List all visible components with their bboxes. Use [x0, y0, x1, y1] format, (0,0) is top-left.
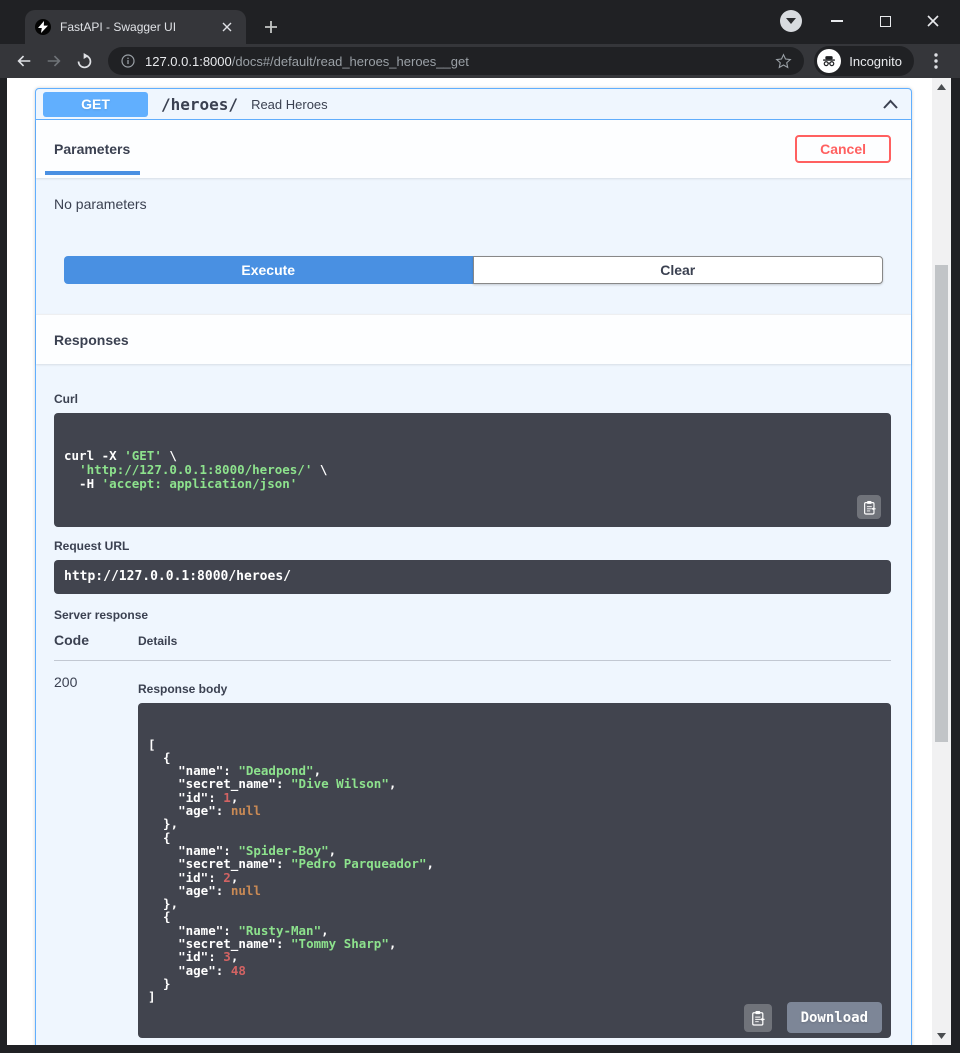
new-tab-button[interactable]	[258, 14, 284, 40]
clear-button[interactable]: Clear	[473, 256, 884, 284]
minimize-button[interactable]	[824, 8, 850, 34]
url-host: 127.0.0.1:8000	[145, 54, 232, 69]
operation-summary[interactable]: GET /heroes/ Read Heroes	[36, 89, 911, 120]
browser-toolbar: 127.0.0.1:8000/docs#/default/read_heroes…	[0, 44, 960, 78]
browser-tab[interactable]: FastAPI - Swagger UI	[25, 10, 246, 44]
swagger-page: GET /heroes/ Read Heroes Parameters Canc…	[7, 78, 932, 1045]
collapse-chevron-icon[interactable]	[882, 98, 899, 110]
tab-parameters[interactable]: Parameters	[54, 141, 130, 157]
url-input[interactable]: 127.0.0.1:8000/docs#/default/read_heroes…	[108, 47, 804, 75]
vertical-scrollbar[interactable]	[932, 78, 951, 1045]
parameters-header: Parameters Cancel	[36, 120, 911, 178]
forward-icon[interactable]	[40, 47, 68, 75]
response-body-actions: Download	[744, 1002, 882, 1033]
execute-wrapper: Execute Clear	[36, 246, 911, 314]
status-code: 200	[54, 674, 138, 1045]
download-button[interactable]: Download	[787, 1002, 882, 1033]
tab-close-icon[interactable]	[218, 18, 236, 36]
window-frame-right	[951, 78, 960, 1045]
window-frame-left	[0, 78, 7, 1045]
copy-response-button[interactable]	[744, 1004, 772, 1032]
endpoint-path: /heroes/	[161, 95, 238, 114]
window-titlebar: FastAPI - Swagger UI	[0, 0, 960, 44]
scrollbar-thumb[interactable]	[935, 265, 948, 742]
url-path: /docs#/default/read_heroes_heroes__get	[232, 54, 469, 69]
tab-search-button[interactable]	[780, 10, 802, 32]
menu-icon[interactable]	[922, 47, 950, 75]
cancel-button[interactable]: Cancel	[795, 135, 891, 163]
server-response-table: Code Details 200 Response body [ { "name…	[54, 632, 891, 1045]
server-response-label: Server response	[54, 608, 891, 622]
page-info-icon[interactable]	[120, 53, 136, 69]
method-badge: GET	[43, 92, 148, 117]
request-url-value: http://127.0.0.1:8000/heroes/	[54, 560, 891, 594]
no-parameters-message: No parameters	[36, 178, 911, 246]
response-row-200: 200 Response body [ { "name": "Deadpond"…	[54, 661, 891, 1045]
endpoint-summary: Read Heroes	[251, 97, 882, 112]
responses-body: Curl curl -X 'GET' \ 'http://127.0.0.1:8…	[36, 364, 911, 1045]
maximize-button[interactable]	[872, 8, 898, 34]
window-controls	[780, 8, 946, 34]
bookmark-star-icon[interactable]	[775, 53, 792, 70]
tab-title: FastAPI - Swagger UI	[60, 20, 209, 34]
code-column-header: Code	[54, 632, 138, 648]
scroll-down-icon[interactable]	[932, 1029, 951, 1043]
scroll-up-icon[interactable]	[932, 80, 951, 94]
responses-header: Responses	[36, 314, 911, 364]
browser-window: FastAPI - Swagger UI	[0, 0, 960, 1053]
incognito-badge: Incognito	[814, 46, 914, 76]
operation-block-get-heroes: GET /heroes/ Read Heroes Parameters Canc…	[35, 88, 912, 1045]
responses-title: Responses	[54, 332, 129, 348]
incognito-icon	[817, 49, 841, 73]
request-url-label: Request URL	[54, 539, 891, 553]
execute-button[interactable]: Execute	[64, 256, 473, 284]
fastapi-favicon-icon	[35, 19, 51, 35]
response-body-code: [ { "name": "Deadpond", "secret_name": "…	[138, 703, 891, 1038]
curl-code: curl -X 'GET' \ 'http://127.0.0.1:8000/h…	[54, 413, 891, 527]
incognito-label: Incognito	[849, 54, 902, 69]
copy-curl-button[interactable]	[857, 495, 881, 519]
response-body-label: Response body	[138, 682, 891, 696]
close-button[interactable]	[920, 8, 946, 34]
url-text: 127.0.0.1:8000/docs#/default/read_heroes…	[145, 54, 766, 69]
response-table-header: Code Details	[54, 632, 891, 661]
details-column-header: Details	[138, 634, 177, 648]
window-frame-bottom	[0, 1045, 960, 1053]
back-icon[interactable]	[10, 47, 38, 75]
curl-label: Curl	[54, 392, 891, 406]
reload-icon[interactable]	[70, 47, 98, 75]
